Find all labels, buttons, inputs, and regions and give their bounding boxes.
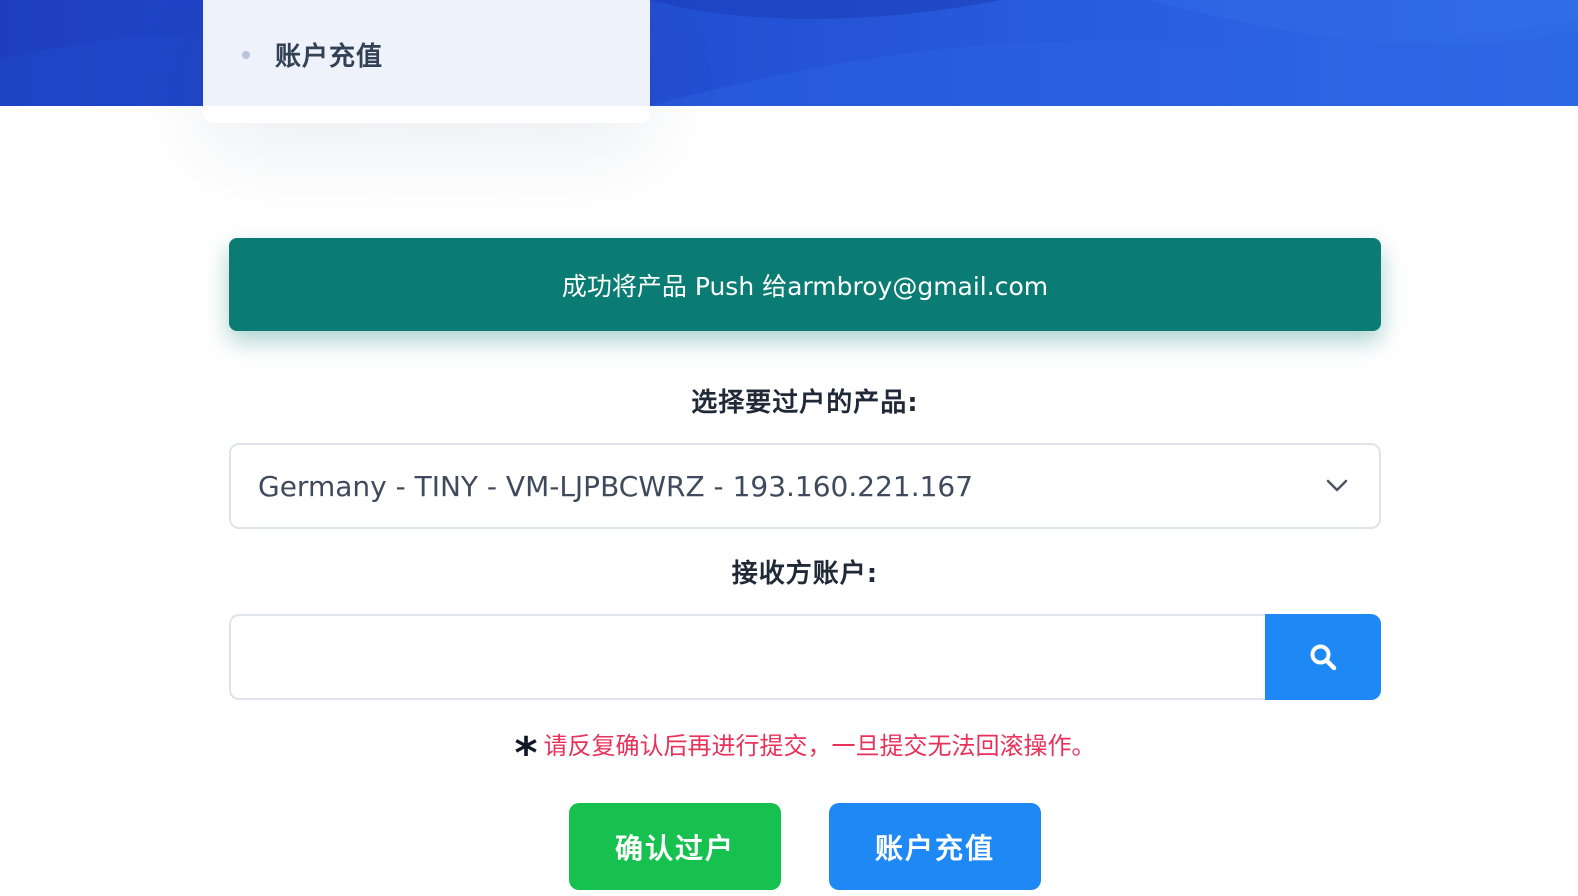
product-select-label: 选择要过户的产品: <box>691 388 919 418</box>
required-asterisk: * <box>514 728 538 779</box>
recipient-account-label: 接收方账户: <box>731 559 879 589</box>
alert-message: 成功将产品 Push 给armbroy@gmail.com <box>561 271 1049 301</box>
menu-item-account-recharge[interactable]: 账户充值 <box>203 0 650 106</box>
search-icon <box>1310 644 1337 671</box>
warning-message: * 请反复确认后再进行提交，一旦提交无法回滚操作。 <box>229 726 1381 776</box>
account-recharge-button[interactable]: 账户充值 <box>829 803 1041 890</box>
dropdown-menu: 账户充值 <box>203 0 650 123</box>
product-select[interactable]: Germany - TINY - VM-LJPBCWRZ - 193.160.2… <box>229 443 1381 529</box>
success-alert: 成功将产品 Push 给armbroy@gmail.com <box>229 238 1381 331</box>
confirm-transfer-button[interactable]: 确认过户 <box>569 803 781 890</box>
chevron-down-icon <box>1326 479 1348 492</box>
page: 账户充值 成功将产品 Push 给armbroy@gmail.com 选择要过户… <box>0 0 1578 896</box>
menu-item-label: 账户充值 <box>275 42 384 72</box>
warning-text: 请反复确认后再进行提交，一旦提交无法回滚操作。 <box>543 732 1096 760</box>
bullet-dot-icon <box>242 51 250 59</box>
search-button[interactable] <box>1265 614 1381 700</box>
recipient-account-input[interactable] <box>229 614 1267 700</box>
product-select-value: Germany - TINY - VM-LJPBCWRZ - 193.160.2… <box>258 470 974 503</box>
